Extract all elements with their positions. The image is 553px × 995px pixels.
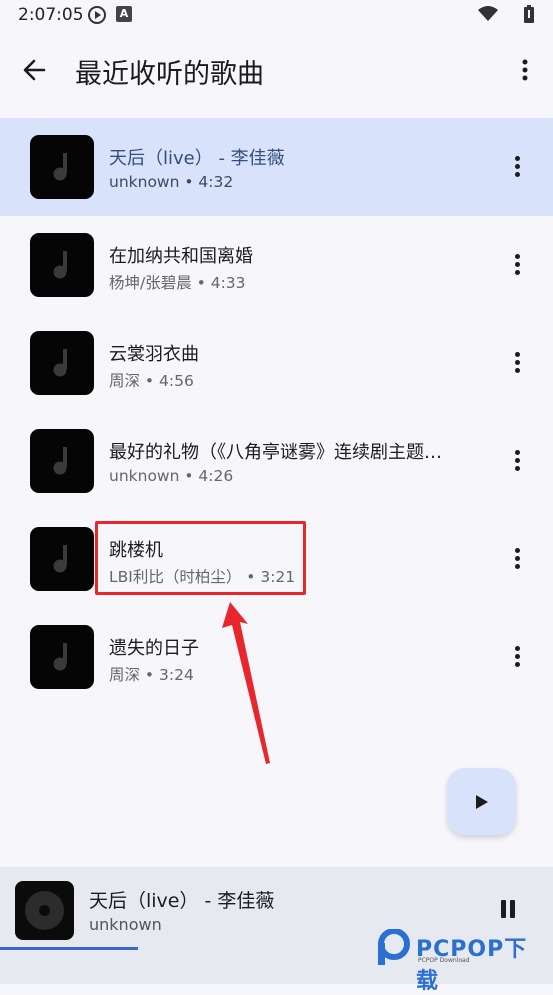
music-note-icon: [53, 545, 67, 573]
album-cover: [30, 135, 94, 199]
album-cover: [30, 233, 94, 297]
status-time: 2:07:05: [18, 5, 84, 25]
play-icon: [476, 795, 488, 809]
battery-icon: [524, 5, 534, 23]
vinyl-disc-icon: [25, 891, 64, 930]
album-cover: [30, 625, 94, 689]
song-row[interactable]: 天后（live） - 李佳薇 unknown • 4:32: [0, 118, 553, 216]
song-subtitle: unknown • 4:26: [109, 467, 234, 485]
song-menu-button[interactable]: [505, 642, 529, 672]
notification-a-icon: A: [116, 6, 132, 22]
watermark: PCPOP下载 PCPOP Download: [376, 927, 546, 994]
wifi-icon: [478, 6, 498, 21]
now-playing-artist: unknown: [89, 915, 162, 934]
app-bar: 最近收听的歌曲: [0, 35, 553, 105]
song-menu-button[interactable]: [505, 446, 529, 476]
now-playing-title: 天后（live） - 李佳薇: [89, 890, 275, 912]
song-menu-button[interactable]: [505, 250, 529, 280]
playback-progress-bar: [0, 947, 138, 950]
song-row[interactable]: 云裳羽衣曲 周深 • 4:56: [0, 314, 553, 412]
annotation-highlight-box: [95, 521, 306, 595]
now-playing-cover: [15, 881, 74, 940]
song-menu-button[interactable]: [505, 152, 529, 182]
page-title: 最近收听的歌曲: [75, 59, 264, 90]
music-note-icon: [53, 251, 67, 279]
song-title: 在加纳共和国离婚: [109, 246, 253, 267]
watermark-sub: PCPOP Download: [418, 957, 470, 964]
music-note-icon: [53, 447, 67, 475]
music-note-icon: [53, 349, 67, 377]
pause-button[interactable]: [497, 898, 519, 920]
song-row[interactable]: 在加纳共和国离婚 杨坤/张碧晨 • 4:33: [0, 216, 553, 314]
song-title: 最好的礼物（《八角亭谜雾》连续剧主题…: [109, 442, 442, 463]
more-vert-icon[interactable]: [512, 57, 538, 83]
song-title: 云裳羽衣曲: [109, 344, 199, 365]
annotation-arrow-icon: [222, 602, 270, 764]
song-title: 遗失的日子: [109, 638, 199, 659]
song-subtitle: unknown • 4:32: [109, 173, 234, 191]
song-subtitle: 周深 • 4:56: [109, 372, 194, 390]
pcpop-logo-icon: [378, 929, 410, 965]
status-bar: 2:07:05 A: [0, 0, 553, 30]
song-title: 天后（live） - 李佳薇: [109, 148, 285, 169]
media-playing-icon: [88, 6, 106, 24]
song-row[interactable]: 最好的礼物（《八角亭谜雾》连续剧主题… unknown • 4:26: [0, 412, 553, 510]
music-note-icon: [53, 153, 67, 181]
song-subtitle: 周深 • 3:24: [109, 666, 194, 684]
song-menu-button[interactable]: [505, 348, 529, 378]
play-all-button[interactable]: [447, 768, 516, 835]
album-cover: [30, 527, 94, 591]
album-cover: [30, 331, 94, 395]
album-cover: [30, 429, 94, 493]
music-note-icon: [53, 643, 67, 671]
song-subtitle: 杨坤/张碧晨 • 4:33: [109, 274, 246, 292]
song-menu-button[interactable]: [505, 544, 529, 574]
back-arrow-icon[interactable]: [18, 55, 52, 85]
